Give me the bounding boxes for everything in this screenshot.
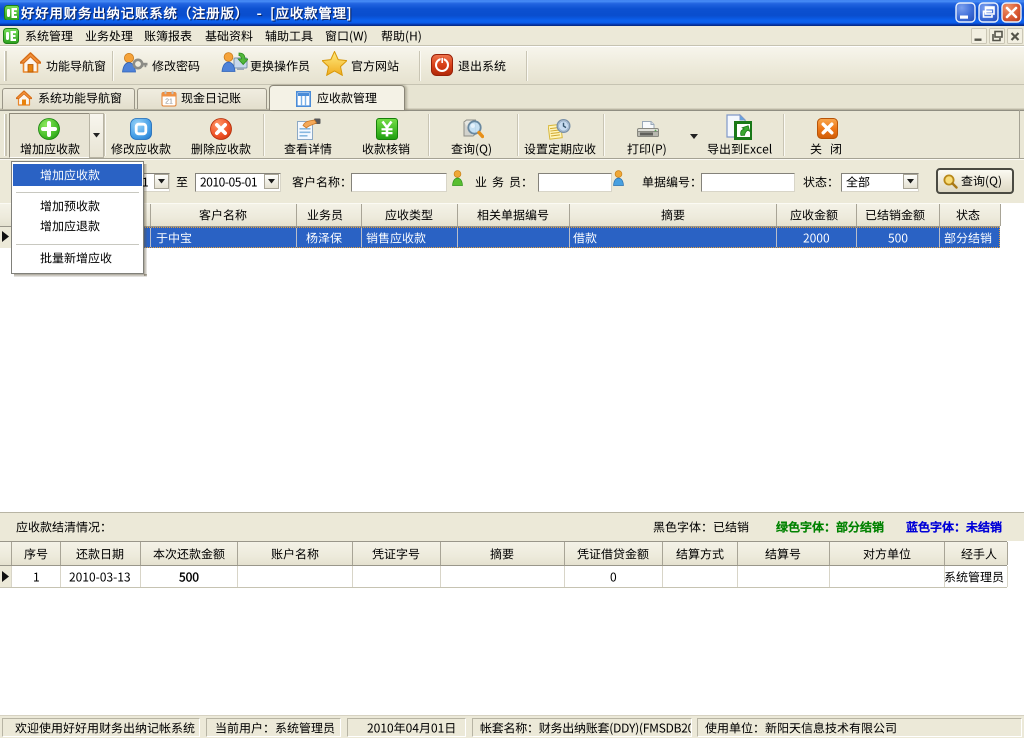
svg-text:21: 21	[165, 99, 173, 106]
